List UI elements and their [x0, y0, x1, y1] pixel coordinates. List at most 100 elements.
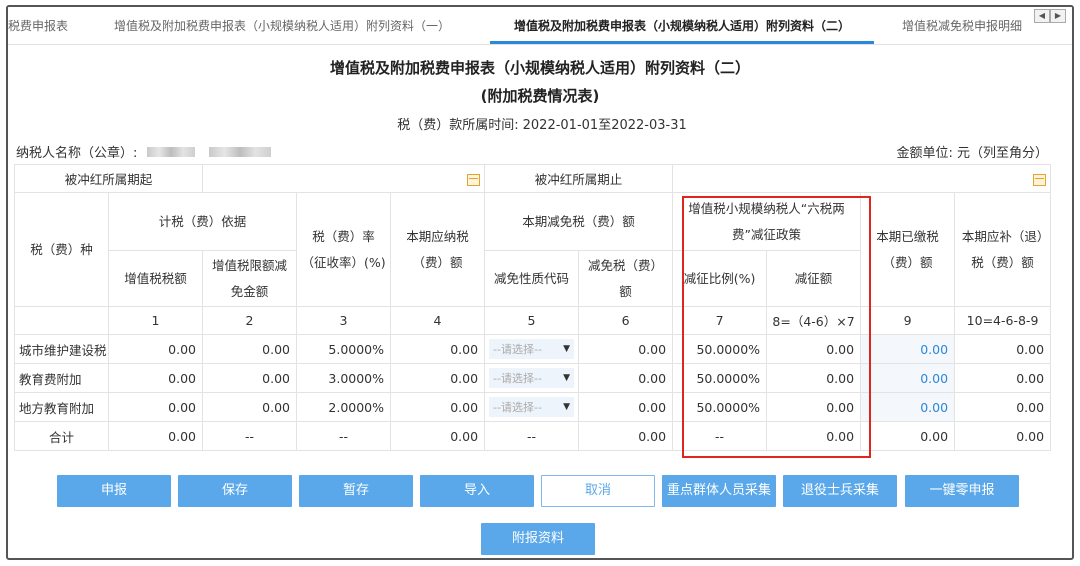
- col-exempt-code: 减免性质代码: [484, 250, 580, 307]
- reduce-amount-cell: 0.00: [766, 392, 862, 422]
- total-exempt-code: --: [484, 421, 580, 451]
- offset-end-field[interactable]: [672, 164, 1052, 193]
- offset-start-field[interactable]: [202, 164, 486, 193]
- column-number: 3: [296, 306, 392, 335]
- column-number: 6: [578, 306, 674, 335]
- page-title: 增值税及附加税费申报表（小规模纳税人适用）附列资料（二）: [329, 59, 750, 77]
- tab-exemption-detail[interactable]: 增值税减免税申报明细: [902, 7, 1028, 44]
- select-placeholder: --请选择--: [493, 372, 542, 385]
- paid-amount-input[interactable]: 0.00: [860, 363, 956, 393]
- tab-main-report[interactable]: 税费申报表: [8, 7, 72, 44]
- tax-period: 税（费）款所属时间: 2022-01-01至2022-03-31: [8, 114, 1072, 133]
- reduce-amount-cell: 0.00: [766, 334, 862, 364]
- col-vat-amount: 增值税税额: [107, 250, 204, 307]
- rate-cell: 2.0000%: [296, 392, 392, 422]
- offset-period-row: 被冲红所属期起 被冲红所属期止: [13, 164, 1052, 193]
- select-placeholder: --请选择--: [493, 401, 542, 414]
- col-paid: 本期已缴税（费）额: [860, 192, 956, 307]
- rate-cell: 3.0000%: [296, 363, 392, 393]
- dropdown-caret-icon[interactable]: ▼: [563, 402, 570, 412]
- payable-cell: 0.00: [390, 334, 486, 364]
- rate-cell: 5.0000%: [296, 334, 392, 364]
- total-rate: --: [296, 421, 392, 451]
- col-payable: 本期应纳税（费）额: [390, 192, 486, 307]
- vat-limit-cell[interactable]: 0.00: [202, 334, 298, 364]
- save-button[interactable]: 保存: [178, 475, 292, 507]
- refund-cell: 0.00: [954, 392, 1052, 422]
- exempt-amount-cell[interactable]: 0.00: [578, 334, 674, 364]
- column-number: 10=4-6-8-9: [954, 306, 1052, 335]
- veteran-collect-button[interactable]: 退役士兵采集: [783, 475, 897, 507]
- declare-button[interactable]: 申报: [57, 475, 171, 507]
- surcharge-table: 被冲红所属期起 被冲红所属期止 税（费）种 计税（费）依据 税（费）率（征收率）…: [13, 164, 1052, 451]
- total-exempt-amount: 0.00: [578, 421, 674, 451]
- tab-attachment-1[interactable]: 增值税及附加税费申报表（小规模纳税人适用）附列资料（一）: [114, 7, 462, 44]
- table-row: 地方教育附加 0.00 0.00 2.0000% 0.00 --请选择-- ▼ 0…: [14, 392, 1052, 422]
- exempt-amount-cell[interactable]: 0.00: [578, 363, 674, 393]
- column-number: 1: [107, 306, 204, 335]
- vat-amount-cell[interactable]: 0.00: [107, 334, 204, 364]
- exempt-code-select[interactable]: --请选择-- ▼: [484, 334, 580, 364]
- tab-scroll-right-icon[interactable]: ▶: [1050, 9, 1066, 23]
- app-window: 税费申报表 增值税及附加税费申报表（小规模纳税人适用）附列资料（一） 增值税及附…: [6, 5, 1074, 560]
- col-reduce-amount: 减征额: [766, 250, 862, 307]
- tab-scroll-controls: ◀ ▶: [1034, 9, 1066, 23]
- column-number: 8=（4-6）×7: [766, 306, 862, 335]
- total-vat-limit: --: [202, 421, 298, 451]
- total-reduce-amount: 0.00: [766, 421, 862, 451]
- exempt-code-select[interactable]: --请选择-- ▼: [484, 392, 580, 422]
- col-reduce-ratio: 减征比例(%): [672, 250, 768, 307]
- col-exempt-group: 本期减免税（费）额: [484, 192, 674, 251]
- stash-button[interactable]: 暂存: [299, 475, 413, 507]
- table-row: 城市维护建设税 0.00 0.00 5.0000% 0.00 --请选择-- ▼ …: [14, 334, 1052, 364]
- col-refund: 本期应补（退）税（费）额: [954, 192, 1052, 307]
- col-tax-type: 税（费）种: [14, 192, 109, 307]
- key-group-collect-button[interactable]: 重点群体人员采集: [662, 475, 776, 507]
- tax-period-label: 税（费）款所属时间:: [397, 118, 519, 133]
- total-payable: 0.00: [390, 421, 486, 451]
- header-row: 税（费）种 计税（费）依据 税（费）率（征收率）(%) 本期应纳税（费）额 本期…: [14, 192, 1052, 307]
- dropdown-caret-icon[interactable]: ▼: [563, 373, 570, 383]
- vat-amount-cell[interactable]: 0.00: [107, 363, 204, 393]
- cancel-button[interactable]: 取消: [541, 475, 655, 507]
- taxpayer-name: 纳税人名称（公章）:: [16, 142, 272, 161]
- tab-attachment-2[interactable]: 增值税及附加税费申报表（小规模纳税人适用）附列资料（二）: [490, 7, 874, 44]
- reduce-ratio-cell: 50.0000%: [672, 363, 768, 393]
- row-label: 城市维护建设税: [14, 334, 109, 364]
- paid-amount-input[interactable]: 0.00: [860, 334, 956, 364]
- tab-scroll-left-icon[interactable]: ◀: [1034, 9, 1050, 23]
- column-number: 9: [860, 306, 956, 335]
- calendar-icon[interactable]: [1033, 173, 1047, 186]
- paid-amount-input[interactable]: 0.00: [860, 392, 956, 422]
- total-paid: 0.00: [860, 421, 956, 451]
- column-number: 7: [672, 306, 768, 335]
- refund-cell: 0.00: [954, 363, 1052, 393]
- attach-materials-button[interactable]: 附报资料: [481, 523, 595, 555]
- calendar-icon[interactable]: [467, 173, 481, 186]
- zero-declare-button[interactable]: 一键零申报: [905, 475, 1019, 507]
- offset-end-label: 被冲红所属期止: [484, 164, 674, 193]
- page-subtitle: (附加税费情况表): [480, 87, 600, 105]
- column-number: 4: [390, 306, 486, 335]
- tax-period-value: 2022-01-01至2022-03-31: [522, 118, 687, 133]
- vat-limit-cell[interactable]: 0.00: [202, 392, 298, 422]
- amount-unit: 金额单位: 元（列至角分）: [896, 146, 1048, 161]
- payable-cell: 0.00: [390, 363, 486, 393]
- refund-cell: 0.00: [954, 334, 1052, 364]
- import-button[interactable]: 导入: [420, 475, 534, 507]
- vat-limit-cell[interactable]: 0.00: [202, 363, 298, 393]
- vat-amount-cell[interactable]: 0.00: [107, 392, 204, 422]
- select-placeholder: --请选择--: [493, 343, 542, 356]
- column-number-row: 1 2 3 4 5 6 7 8=（4-6）×7 9 10=4-6-8-9: [14, 306, 1052, 335]
- reduce-ratio-cell: 50.0000%: [672, 334, 768, 364]
- offset-start-label: 被冲红所属期起: [13, 164, 204, 193]
- reduce-ratio-cell: 50.0000%: [672, 392, 768, 422]
- exempt-amount-cell[interactable]: 0.00: [578, 392, 674, 422]
- col-basis: 计税（费）依据: [107, 192, 298, 251]
- total-row: 合计 0.00 -- -- 0.00 -- 0.00 -- 0.00 0.00 …: [14, 421, 1052, 451]
- row-label: 合计: [14, 421, 109, 451]
- dropdown-caret-icon[interactable]: ▼: [563, 344, 570, 354]
- table-row: 教育费附加 0.00 0.00 3.0000% 0.00 --请选择-- ▼ 0.…: [14, 363, 1052, 393]
- taxpayer-name-label: 纳税人名称（公章）:: [16, 146, 138, 161]
- exempt-code-select[interactable]: --请选择-- ▼: [484, 363, 580, 393]
